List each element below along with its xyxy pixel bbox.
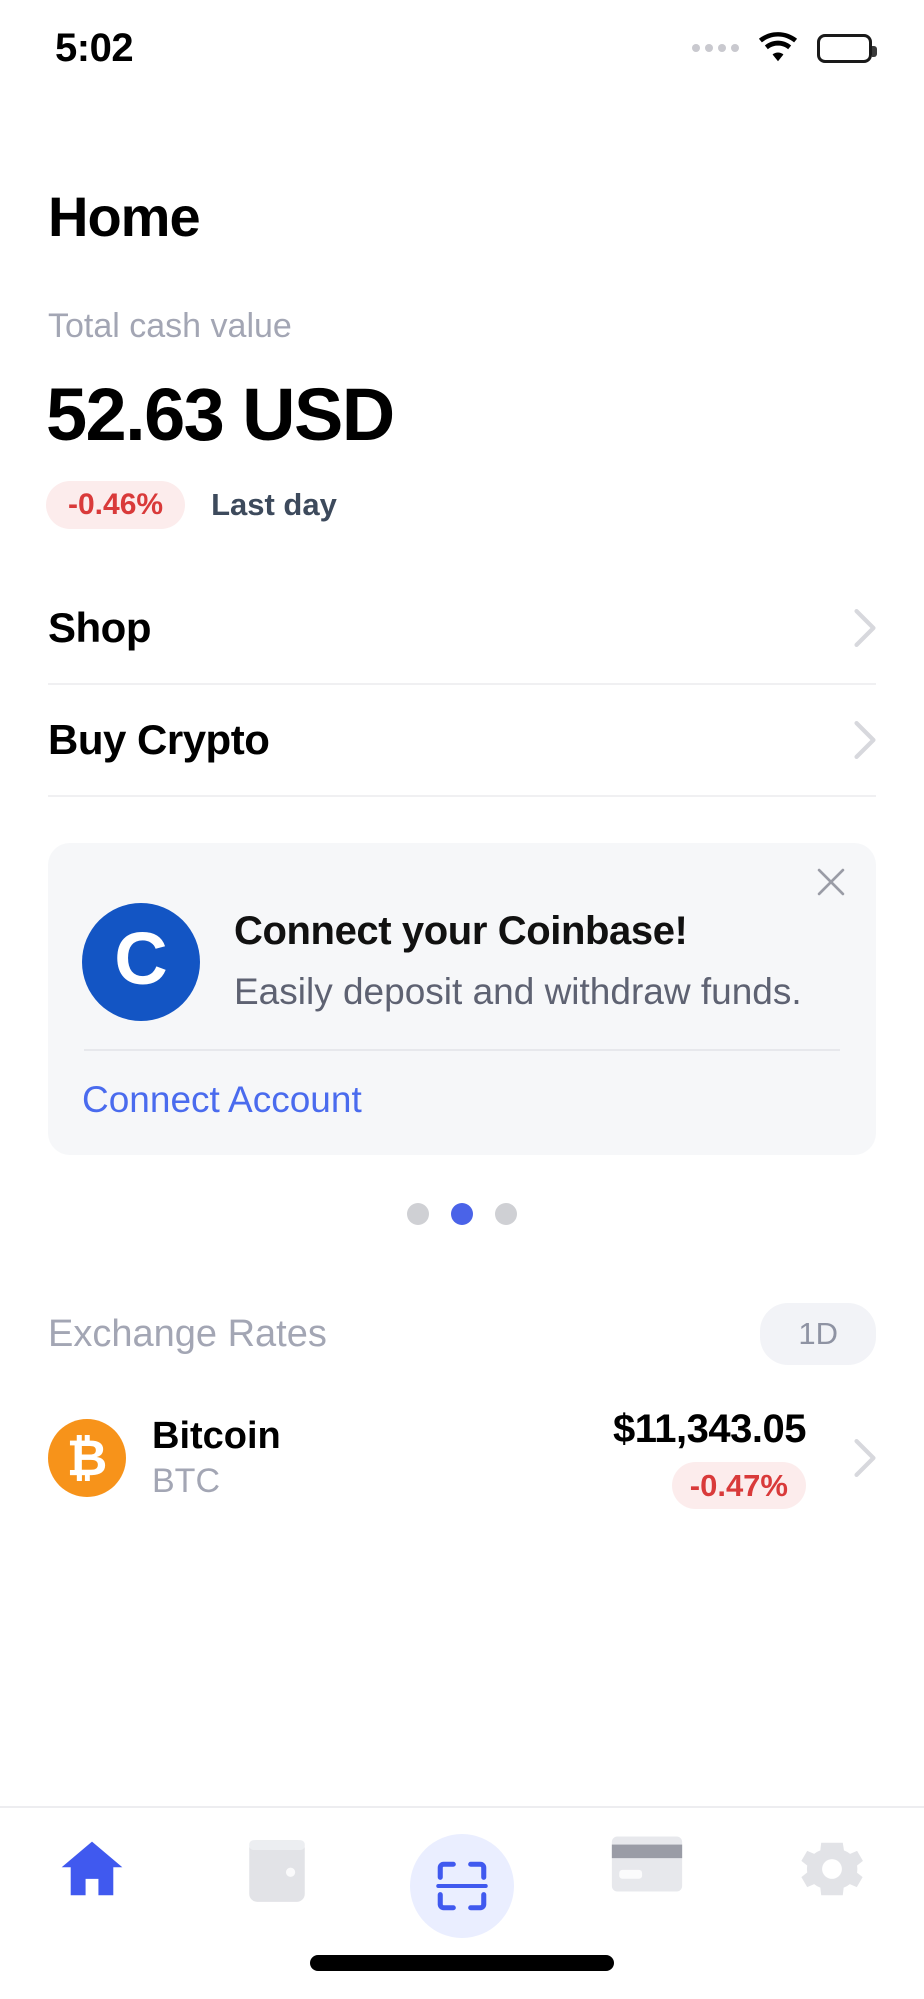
carousel-dots: [0, 1203, 924, 1225]
battery-full-icon: [817, 33, 877, 63]
status-bar: 5:02: [0, 0, 924, 96]
range-selector-1d[interactable]: 1D: [760, 1303, 876, 1365]
bitcoin-icon: ₿: [48, 1419, 126, 1497]
balance-value: 52.63 USD: [46, 373, 395, 456]
nav-row-shop[interactable]: Shop: [48, 573, 876, 685]
divider: [84, 1049, 840, 1051]
home-indicator: [310, 1955, 614, 1971]
chevron-right-icon: [854, 721, 876, 759]
coin-change-badge: -0.47%: [671, 1462, 806, 1509]
nav-row-buy-crypto[interactable]: Buy Crypto: [48, 685, 876, 797]
settings-icon: [800, 1842, 863, 1896]
page-title: Home: [48, 185, 201, 248]
exchange-rates-title: Exchange Rates: [48, 1312, 327, 1355]
coin-price: $11,343.05: [613, 1407, 807, 1451]
nav-list: Shop Buy Crypto: [0, 573, 924, 797]
balance-change-row: -0.46% Last day: [46, 481, 924, 529]
tab-wallet[interactable]: [197, 1834, 357, 1908]
card-icon: [611, 1836, 682, 1892]
close-icon[interactable]: [814, 865, 848, 899]
carousel-dot-active[interactable]: [451, 1203, 473, 1225]
promo-card-coinbase[interactable]: C Connect your Coinbase! Easily deposit …: [48, 843, 876, 1155]
status-indicators: [692, 32, 877, 64]
nav-row-label: Shop: [48, 604, 151, 651]
app-screen: 5:02 Home Total cash value 52.63 USD -0.…: [0, 0, 924, 1999]
carousel-dot[interactable]: [407, 1203, 429, 1225]
scan-button-circle: [409, 1834, 514, 1938]
tab-scan[interactable]: [382, 1834, 542, 1938]
change-period-label: Last day: [211, 487, 337, 522]
coin-name: Bitcoin: [152, 1415, 281, 1457]
connect-account-button[interactable]: Connect Account: [82, 1079, 842, 1121]
tab-card[interactable]: [567, 1834, 727, 1894]
wifi-icon: [758, 32, 798, 62]
nav-row-label: Buy Crypto: [48, 716, 270, 763]
promo-text: Connect your Coinbase! Easily deposit an…: [234, 903, 842, 1015]
coinbase-logo-icon: C: [82, 903, 200, 1021]
promo-body: C Connect your Coinbase! Easily deposit …: [82, 873, 842, 1021]
signal-dots-icon: [692, 44, 739, 52]
coin-ticker: BTC: [152, 1462, 220, 1500]
wallet-icon: [249, 1840, 305, 1902]
tab-settings[interactable]: [752, 1834, 912, 1904]
home-icon: [62, 1841, 123, 1896]
status-badge: -0.46%: [46, 481, 186, 529]
exchange-rates-header: Exchange Rates 1D: [48, 1303, 876, 1365]
main-content: Home Total cash value 52.63 USD -0.46% L…: [0, 96, 924, 1806]
coin-values: $11,343.05 -0.47%: [613, 1407, 807, 1509]
promo-title: Connect your Coinbase!: [234, 909, 688, 953]
chevron-right-icon: [854, 1439, 876, 1477]
status-time: 5:02: [55, 25, 134, 70]
table-row[interactable]: ₿ Bitcoin BTC $11,343.05 -0.47%: [48, 1407, 876, 1509]
tab-home[interactable]: [12, 1834, 172, 1904]
balance-label: Total cash value: [48, 307, 292, 345]
carousel-dot[interactable]: [495, 1203, 517, 1225]
scan-icon: [436, 1861, 488, 1911]
chevron-right-icon: [854, 609, 876, 647]
coin-names: Bitcoin BTC: [152, 1415, 587, 1501]
promo-subtitle: Easily deposit and withdraw funds.: [234, 971, 802, 1012]
